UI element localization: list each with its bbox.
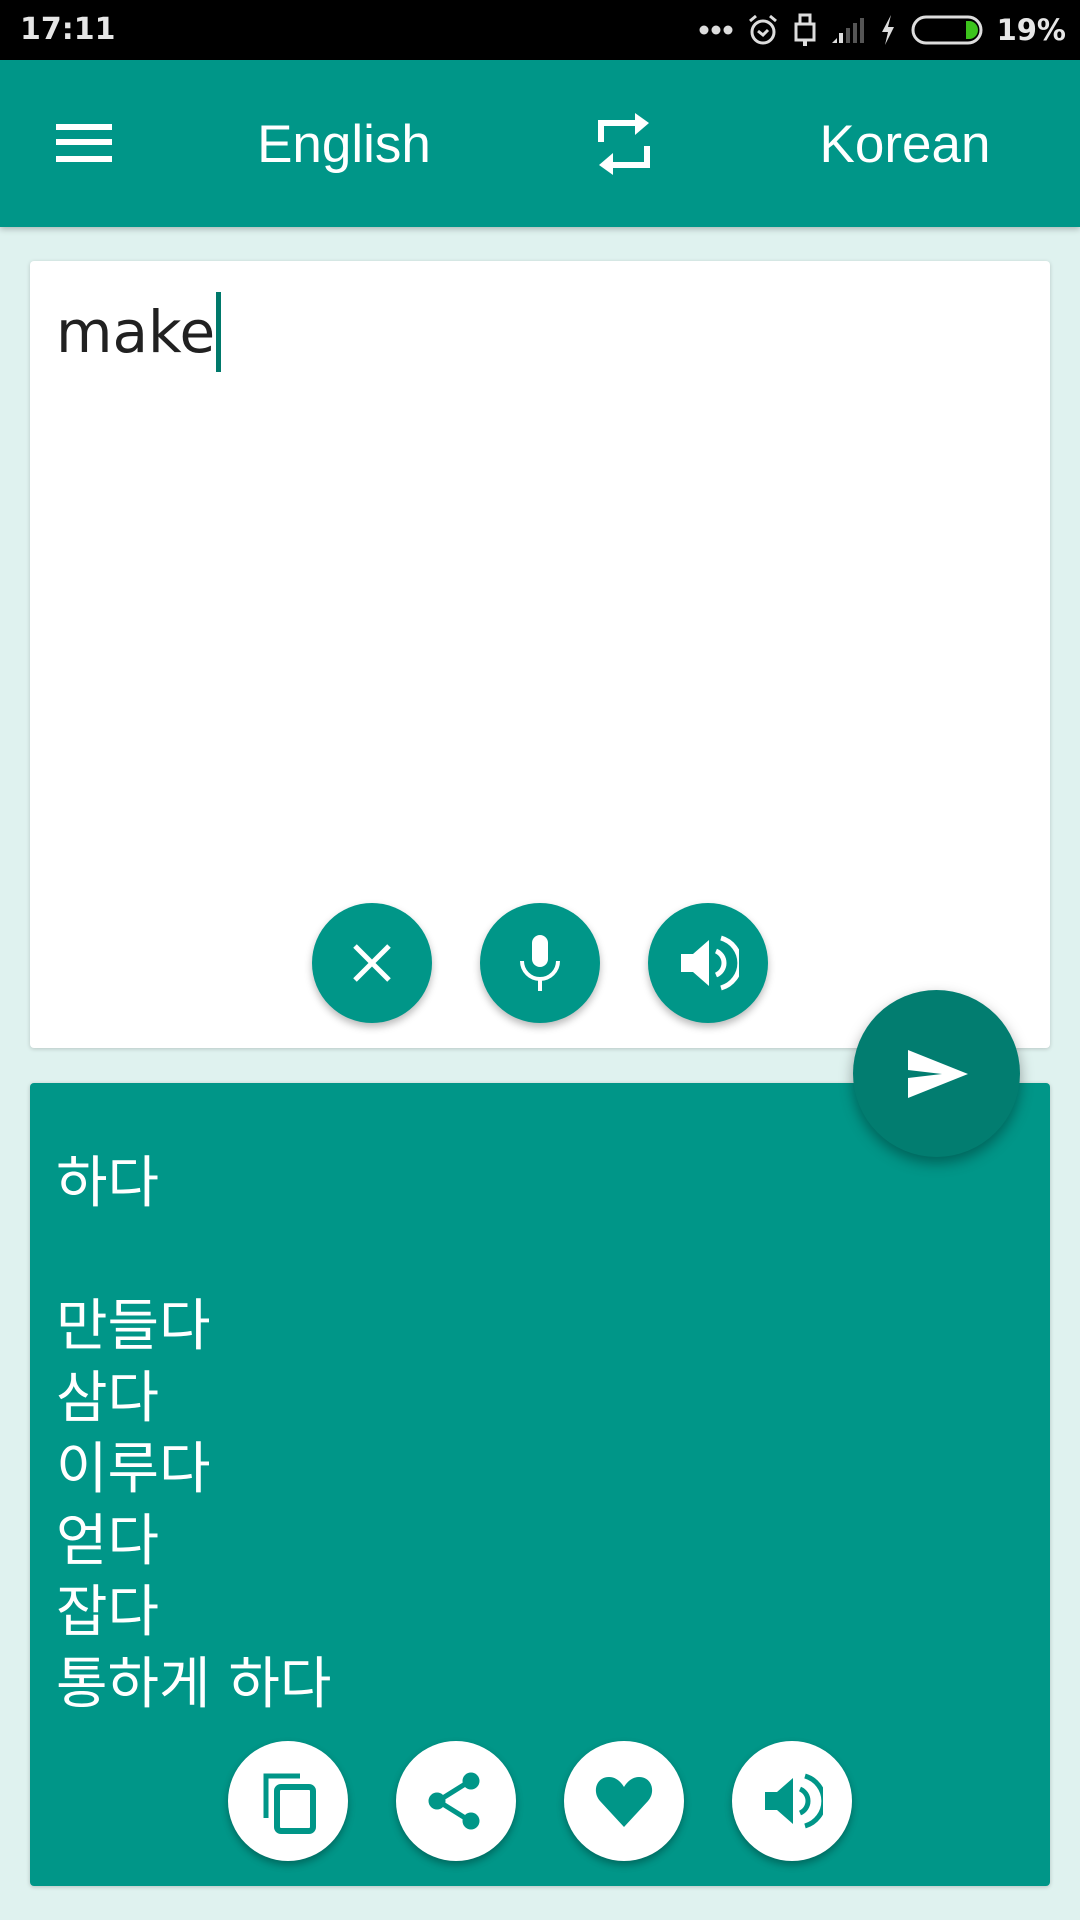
- source-text-value: make: [56, 298, 216, 366]
- translation-line: 얻다: [56, 1508, 160, 1574]
- status-icons: 19%: [699, 10, 1066, 50]
- translation-line: 하다: [56, 1151, 160, 1216]
- copy-button[interactable]: [228, 1741, 348, 1861]
- speaker-icon: [681, 935, 739, 991]
- share-icon: [428, 1772, 480, 1830]
- more-dots-icon: [699, 25, 733, 35]
- status-bar: 17:11 19%: [0, 0, 1080, 60]
- charging-icon: [881, 15, 894, 45]
- close-icon: [353, 944, 391, 982]
- translation-line: 만들다: [56, 1294, 211, 1359]
- speaker-icon: [765, 1773, 823, 1829]
- source-language-selector[interactable]: English: [206, 110, 482, 180]
- send-icon: [907, 1049, 968, 1098]
- speak-output-button[interactable]: [732, 1741, 852, 1861]
- usb-icon: [794, 13, 816, 46]
- swap-languages-icon: [598, 113, 650, 175]
- clear-button[interactable]: [312, 903, 432, 1023]
- menu-button[interactable]: [44, 100, 124, 180]
- translation-line: 이루다: [56, 1437, 211, 1502]
- microphone-icon: [520, 935, 560, 991]
- voice-input-button[interactable]: [480, 903, 600, 1023]
- text-caret: [216, 292, 222, 372]
- translation-line: 통하게 하다: [56, 1651, 332, 1717]
- battery-icon: [911, 15, 983, 45]
- alarm-icon: [748, 14, 777, 45]
- swap-languages-button[interactable]: [584, 104, 664, 184]
- signal-icon: [831, 18, 864, 43]
- translation-line: 삼다: [56, 1365, 160, 1431]
- speak-input-button[interactable]: [648, 903, 768, 1023]
- translation-line: [56, 1220, 331, 1292]
- source-text-input[interactable]: make: [56, 292, 222, 372]
- target-language-selector[interactable]: Korean: [770, 110, 1040, 180]
- status-time: 17:11: [20, 12, 116, 47]
- favorite-button[interactable]: [564, 1741, 684, 1861]
- heart-icon: [595, 1777, 653, 1827]
- copy-icon: [263, 1773, 316, 1834]
- share-button[interactable]: [396, 1741, 516, 1861]
- translation-line: 잡다: [56, 1580, 160, 1645]
- translation-output: 하다 만들다 삼다 이루다 얻다 잡다 통하게 하다: [56, 1148, 331, 1720]
- battery-percent: 19%: [996, 13, 1066, 47]
- translate-button[interactable]: [853, 990, 1020, 1157]
